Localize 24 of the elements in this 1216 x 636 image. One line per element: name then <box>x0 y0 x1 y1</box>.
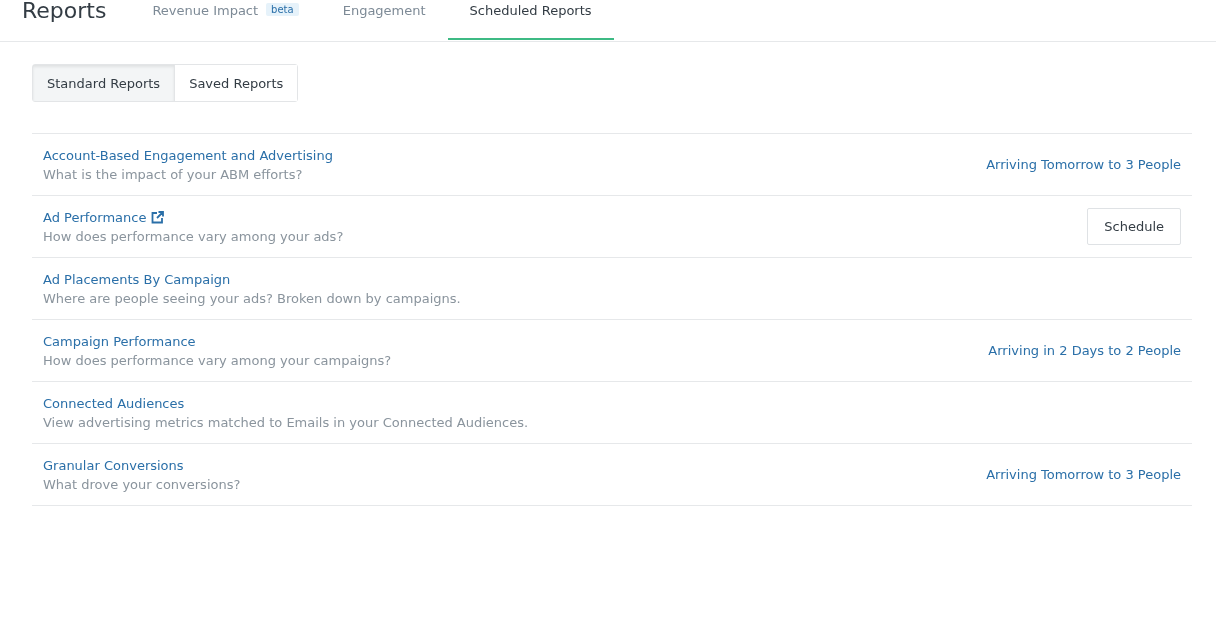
delivery-status-link[interactable]: Arriving Tomorrow to 3 People <box>986 157 1181 172</box>
report-title-link[interactable]: Ad Performance <box>43 209 147 225</box>
report-description: What is the impact of your ABM efforts? <box>43 166 304 182</box>
delivery-status-link[interactable]: Arriving in 2 Days to 2 People <box>988 343 1181 358</box>
delivery-status-link[interactable]: Arriving Tomorrow to 3 People <box>986 467 1181 482</box>
external-link-icon[interactable] <box>151 210 165 224</box>
beta-badge: beta <box>266 3 299 16</box>
nav-tab[interactable]: Scheduled Reports <box>447 0 614 40</box>
nav-tab[interactable]: Revenue Impact beta <box>130 0 321 40</box>
report-title-link[interactable]: Connected Audiences <box>43 395 185 411</box>
report-description: View advertising metrics matched to Emails in your Connected Audiences. <box>43 414 529 430</box>
report-description: How does performance vary among your ads? <box>43 228 344 244</box>
report-description: What drove your conversions? <box>43 476 241 492</box>
report-title-link[interactable]: Granular Conversions <box>43 457 184 473</box>
report-title-link[interactable]: Ad Placements By Campaign <box>43 271 231 287</box>
report-description: Where are people seeing your ads? Broken down by campaigns. <box>43 290 461 306</box>
report-title-link[interactable]: Campaign Performance <box>43 333 196 349</box>
segment-tab[interactable]: Saved Reports <box>174 65 298 101</box>
report-title-link[interactable]: Account-Based Engagement and Advertising <box>43 147 333 163</box>
page-title: Reports <box>22 0 107 23</box>
report-description: How does performance vary among your campaigns? <box>43 352 392 368</box>
segment-tab[interactable]: Standard Reports <box>33 65 175 101</box>
nav-tab[interactable]: Engagement <box>320 0 448 40</box>
schedule-button[interactable]: Schedule <box>1087 208 1181 245</box>
